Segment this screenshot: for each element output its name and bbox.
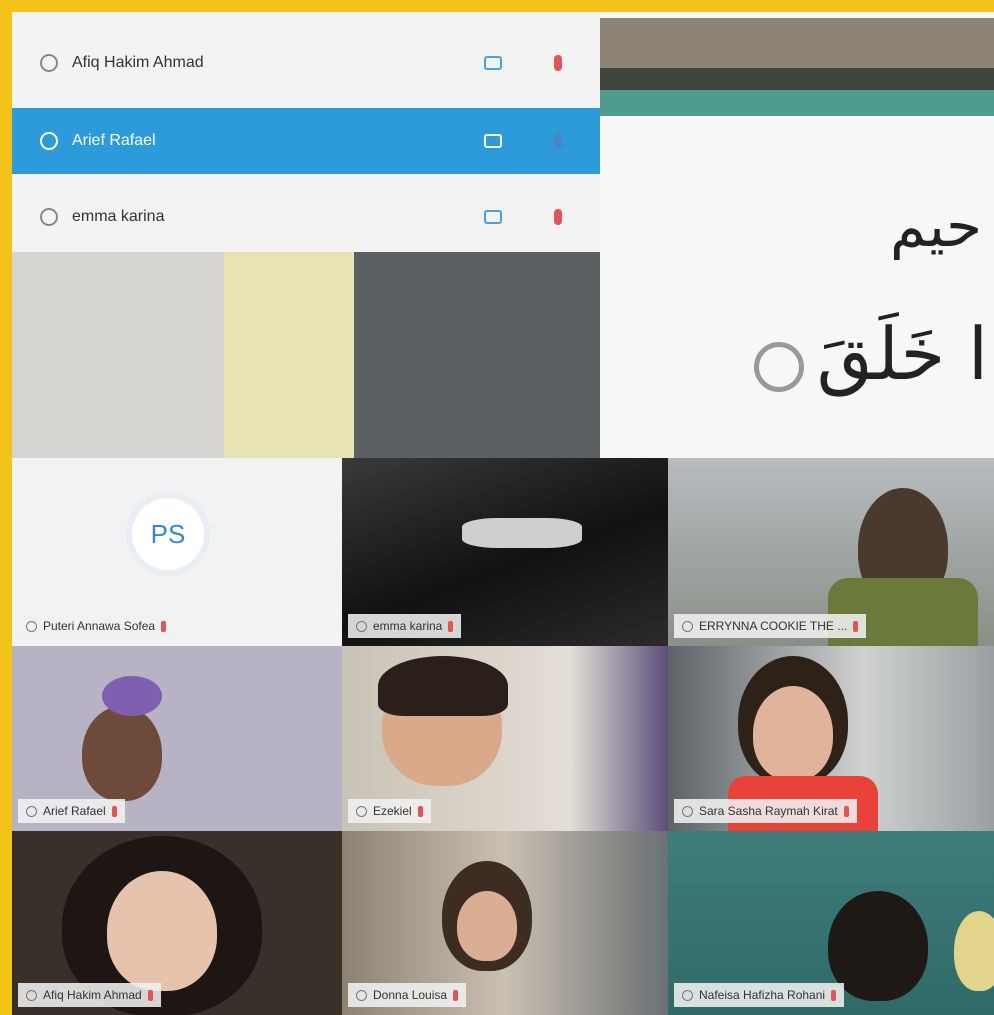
participant-name-label: Donna Louisa bbox=[348, 983, 467, 1007]
window-frame-left bbox=[0, 0, 12, 1015]
video-content bbox=[462, 518, 582, 548]
camera-off-icon bbox=[356, 620, 367, 632]
participant-avatar-icon bbox=[40, 54, 58, 72]
video-area bbox=[224, 252, 354, 458]
participant-name: Arief Rafael bbox=[72, 132, 156, 149]
video-tile[interactable]: Ezekiel bbox=[342, 646, 668, 831]
participant-name-label: Nafeisa Hafizha Rohani bbox=[674, 983, 845, 1007]
mic-muted-icon bbox=[853, 620, 859, 632]
mic-muted-icon bbox=[161, 620, 167, 632]
participant-name-label: Ezekiel bbox=[348, 799, 431, 823]
camera-icon[interactable] bbox=[484, 56, 502, 70]
participant-row[interactable]: Afiq Hakim Ahmad bbox=[12, 30, 600, 96]
camera-icon bbox=[26, 805, 37, 817]
participant-name: Donna Louisa bbox=[373, 988, 448, 1002]
mic-muted-icon bbox=[448, 620, 454, 632]
video-tile[interactable]: emma karina bbox=[342, 458, 668, 646]
camera-off-icon bbox=[356, 805, 367, 817]
mic-muted-icon bbox=[831, 989, 837, 1001]
video-tile[interactable]: PS Puteri Annawa Sofea bbox=[12, 458, 342, 646]
shared-screen-toolbar bbox=[600, 68, 994, 90]
participant-name-label: Puteri Annawa Sofea bbox=[18, 614, 175, 638]
participant-name: Afiq Hakim Ahmad bbox=[43, 988, 142, 1002]
participant-avatar-icon bbox=[40, 208, 58, 226]
shared-screen-header bbox=[600, 18, 994, 68]
camera-icon bbox=[682, 620, 693, 632]
camera-icon[interactable] bbox=[484, 134, 502, 148]
participant-name: Afiq Hakim Ahmad bbox=[72, 54, 204, 71]
camera-icon bbox=[26, 989, 37, 1001]
participant-row[interactable]: emma karina bbox=[12, 184, 600, 250]
participant-name-label: ERRYNNA COOKIE THE ... bbox=[674, 614, 867, 638]
ayah-number-icon bbox=[754, 342, 804, 392]
mic-muted-icon bbox=[453, 989, 459, 1001]
participant-name: Sara Sasha Raymah Kirat bbox=[699, 804, 838, 818]
participant-name-label: Sara Sasha Raymah Kirat bbox=[674, 799, 857, 823]
video-area bbox=[12, 252, 224, 458]
mic-muted-icon bbox=[843, 805, 849, 817]
camera-background-strip bbox=[12, 252, 600, 458]
avatar: PS bbox=[132, 498, 204, 570]
video-tile[interactable]: Donna Louisa bbox=[342, 831, 668, 1015]
participant-name: Arief Rafael bbox=[43, 804, 106, 818]
arabic-text-line: حيم bbox=[890, 192, 982, 260]
participants-panel: Afiq Hakim Ahmad Arief Rafael emma karin… bbox=[12, 12, 602, 252]
mic-muted-icon bbox=[147, 989, 153, 1001]
video-content bbox=[102, 676, 162, 716]
mic-muted-icon bbox=[417, 805, 423, 817]
camera-off-icon bbox=[26, 620, 37, 632]
video-content bbox=[107, 871, 217, 991]
video-gallery: PS Puteri Annawa Sofea emma karina ERRYN… bbox=[12, 458, 994, 1015]
participant-name: Ezekiel bbox=[373, 804, 412, 818]
video-content bbox=[457, 891, 517, 961]
participant-name: Nafeisa Hafizha Rohani bbox=[699, 988, 826, 1002]
mic-muted-icon[interactable] bbox=[554, 209, 562, 225]
shared-screen-accent-bar bbox=[600, 90, 994, 116]
video-tile[interactable]: Nafeisa Hafizha Rohani bbox=[668, 831, 994, 1015]
participant-name: emma karina bbox=[72, 208, 165, 225]
mic-muted-icon[interactable] bbox=[554, 55, 562, 71]
mic-muted-icon bbox=[111, 805, 117, 817]
video-area bbox=[354, 252, 600, 458]
video-tile[interactable]: ERRYNNA COOKIE THE ... bbox=[668, 458, 994, 646]
video-content bbox=[82, 706, 162, 801]
participant-name: Puteri Annawa Sofea bbox=[43, 619, 156, 633]
camera-off-icon bbox=[682, 805, 693, 817]
video-content bbox=[378, 656, 508, 716]
participant-name-label: emma karina bbox=[348, 614, 462, 638]
participant-name: ERRYNNA COOKIE THE ... bbox=[699, 619, 848, 633]
participant-name: emma karina bbox=[373, 619, 443, 633]
camera-icon bbox=[356, 989, 367, 1001]
participant-name-label: Arief Rafael bbox=[18, 799, 125, 823]
video-content bbox=[954, 911, 994, 991]
participant-avatar-icon bbox=[40, 132, 58, 150]
camera-icon[interactable] bbox=[484, 210, 502, 224]
video-tile[interactable]: Arief Rafael bbox=[12, 646, 342, 831]
participant-row-selected[interactable]: Arief Rafael bbox=[12, 108, 600, 174]
mic-muted-icon[interactable] bbox=[554, 133, 562, 149]
video-tile[interactable]: Sara Sasha Raymah Kirat bbox=[668, 646, 994, 831]
shared-screen: حيم ا خَلَقَ bbox=[600, 12, 994, 458]
video-content bbox=[753, 686, 833, 781]
video-tile[interactable]: Afiq Hakim Ahmad bbox=[12, 831, 342, 1015]
arabic-text-line: ا خَلَقَ bbox=[816, 312, 988, 396]
camera-icon bbox=[682, 989, 693, 1001]
participant-name-label: Afiq Hakim Ahmad bbox=[18, 983, 161, 1007]
window-frame-top bbox=[0, 0, 994, 12]
